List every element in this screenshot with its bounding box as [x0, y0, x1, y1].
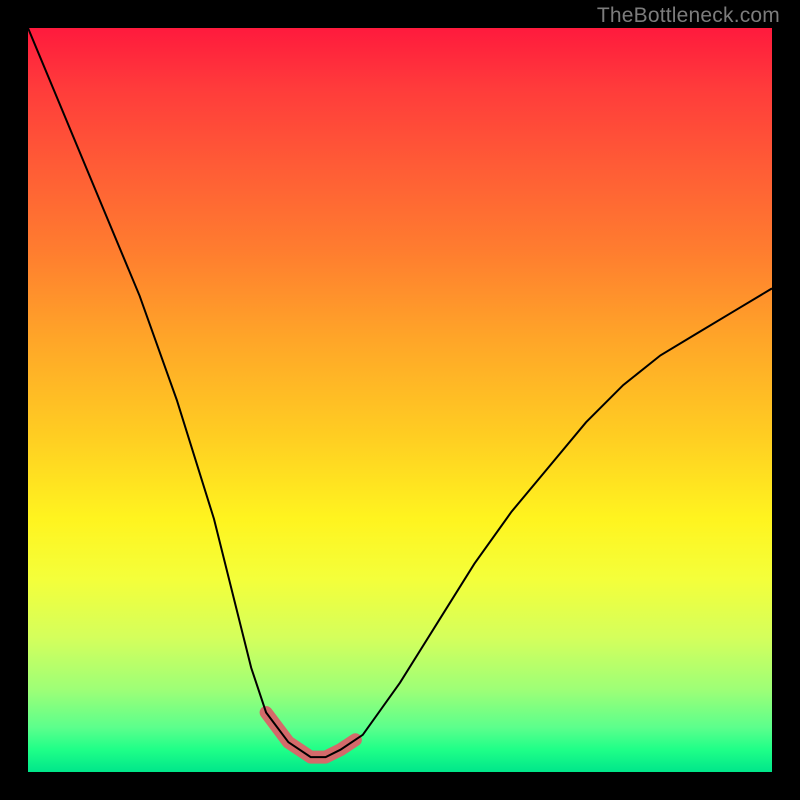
chart-svg: [28, 28, 772, 772]
bottleneck-curve: [28, 28, 772, 757]
plot-area: [28, 28, 772, 772]
attribution-text: TheBottleneck.com: [597, 4, 780, 28]
safe-zone-curve: [266, 713, 355, 758]
chart-frame: TheBottleneck.com: [0, 0, 800, 800]
